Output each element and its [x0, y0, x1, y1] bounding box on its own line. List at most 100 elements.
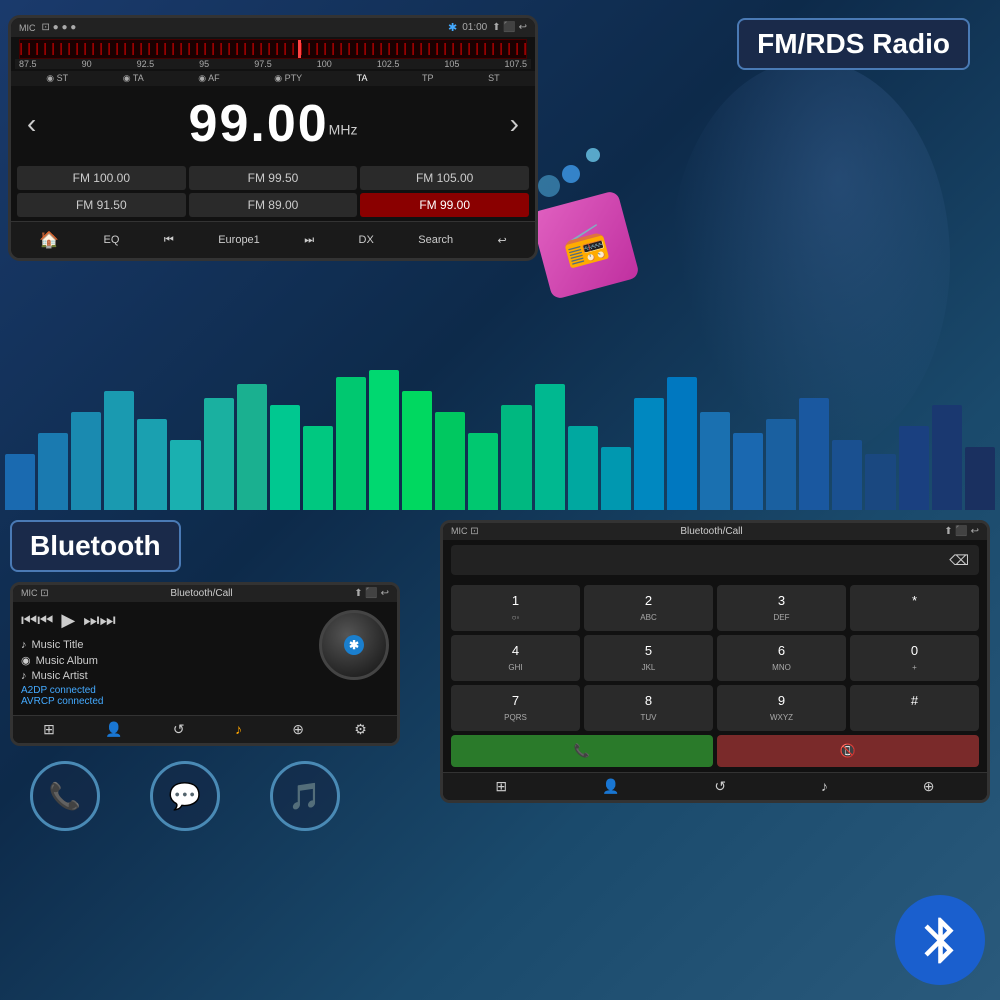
key-3[interactable]: 3DEF [717, 585, 846, 631]
bt-nav-music[interactable]: ♪ [235, 721, 242, 738]
eq-btn[interactable]: EQ [99, 231, 125, 249]
message-feature-icon[interactable]: 💬 [150, 761, 220, 831]
current-frequency: 99.00 [189, 95, 329, 153]
freq-indicator [298, 40, 301, 58]
call-btn[interactable]: 📞 [451, 735, 713, 767]
fm-rds-label: FM/RDS Radio [757, 28, 950, 59]
bt-transport-controls: ⏮⏮ ▶ ⏭⏭ [21, 610, 309, 631]
frequency-scale: 87.5 90 92.5 95 97.5 100 102.5 105 107.5 [15, 59, 531, 69]
mode-st[interactable]: ◉ ST [46, 73, 68, 84]
search-btn[interactable]: Search [413, 231, 458, 249]
key-hash[interactable]: # [850, 685, 979, 731]
music-note-icon: ♪ [21, 639, 27, 651]
kp-nav-refresh[interactable]: ↺ [714, 778, 726, 795]
freq-prev-btn[interactable]: ‹ [27, 108, 36, 140]
bubble-1 [562, 165, 580, 183]
feature-icons-row: 📞 💬 🎵 [10, 761, 420, 831]
prev-btn[interactable]: ⏮ [159, 231, 179, 250]
preset-6[interactable]: FM 99.00 [360, 193, 529, 217]
bt-prev-btn[interactable]: ⏮⏮ [21, 610, 53, 631]
frequency-display: ‹ 99.00MHz › [11, 86, 535, 162]
back-btn[interactable]: ↩ [493, 231, 512, 250]
mode-pty[interactable]: ◉ PTY [274, 73, 302, 84]
key-1[interactable]: 1○◦ [451, 585, 580, 631]
music-feature-icon[interactable]: 🎵 [270, 761, 340, 831]
kp-title: Bluetooth/Call [680, 526, 742, 537]
key-8[interactable]: 8TUV [584, 685, 713, 731]
bt-nav-connect[interactable]: ⊕ [292, 721, 304, 738]
kp-mic-label: MIC [451, 526, 468, 536]
preset-2[interactable]: FM 99.50 [189, 166, 358, 190]
nav-icons: ⬆ ⬛ ↩ [492, 22, 527, 33]
preset-5[interactable]: FM 89.00 [189, 193, 358, 217]
bt-nav-contacts[interactable]: 👤 [105, 721, 122, 738]
radio-mode-bar: ◉ ST ◉ TA ◉ AF ◉ PTY TA TP ST [11, 71, 535, 86]
bt-a2dp-status: A2DP connected [21, 685, 309, 696]
freq-next-btn[interactable]: › [510, 108, 519, 140]
freq-bar-container: 87.5 90 92.5 95 97.5 100 102.5 105 107.5 [15, 39, 531, 69]
preset-4[interactable]: FM 91.50 [17, 193, 186, 217]
kp-nav-music[interactable]: ♪ [821, 778, 828, 795]
home-btn[interactable]: 🏠 [34, 227, 64, 253]
mode-ta[interactable]: ◉ TA [123, 73, 144, 84]
kp-status-bar: MIC ⊡ Bluetooth/Call ⬆ ⬛ ↩ [443, 523, 987, 540]
radio-status-right: ✱ 01:00 ⬆ ⬛ ↩ [448, 21, 527, 34]
preset-3[interactable]: FM 105.00 [360, 166, 529, 190]
freq-unit: MHz [329, 122, 358, 138]
bt-content-area: ⏮⏮ ▶ ⏭⏭ ♪ Music Title ◉ Music Album [13, 602, 397, 715]
time-display: 01:00 [462, 22, 487, 33]
bt-next-btn[interactable]: ⏭⏭ [83, 610, 115, 631]
bt-status-icons: ⊡ [40, 588, 48, 599]
bt-nav-bar: ⊞ 👤 ↺ ♪ ⊕ ⚙ [13, 715, 397, 743]
next-btn[interactable]: ⏭ [299, 231, 319, 250]
key-5[interactable]: 5JKL [584, 635, 713, 681]
mode-af[interactable]: ◉ AF [198, 73, 219, 84]
bt-title: Bluetooth/Call [170, 588, 232, 599]
bluetooth-large-icon [895, 895, 985, 985]
key-star[interactable]: * [850, 585, 979, 631]
kp-nav-link[interactable]: ⊕ [923, 778, 935, 795]
kp-nav-bar: ⊞ 👤 ↺ ♪ ⊕ [443, 772, 987, 800]
preset-1[interactable]: FM 100.00 [17, 166, 186, 190]
bt-music-title: Music Title [32, 639, 84, 651]
bt-avrcp-status: AVRCP connected [21, 696, 309, 707]
freq-number-container: 99.00MHz [189, 94, 358, 154]
bluetooth-section: Bluetooth MIC ⊡ Bluetooth/Call ⬆ ⬛ ↩ [0, 510, 430, 1000]
bt-play-btn[interactable]: ▶ [61, 610, 75, 631]
mode-ta2: TA [357, 73, 368, 84]
fm-radio-device: MIC ⊡ ● ● ● ✱ 01:00 ⬆ ⬛ ↩ 87.5 90 92.5 9… [8, 15, 538, 261]
fm-rds-badge: FM/RDS Radio [737, 18, 970, 70]
end-call-btn[interactable]: 📵 [717, 735, 979, 767]
bt-music-title-line: ♪ Music Title [21, 639, 309, 651]
bluetooth-label: Bluetooth [30, 530, 161, 561]
phone-display: ⌫ [451, 545, 979, 575]
radio-status-bar: MIC ⊡ ● ● ● ✱ 01:00 ⬆ ⬛ ↩ [11, 18, 535, 37]
freq-bar-fill [20, 43, 526, 55]
bt-nav-grid[interactable]: ⊞ [43, 721, 55, 738]
kp-nav-grid[interactable]: ⊞ [495, 778, 507, 795]
preset-grid: FM 100.00 FM 99.50 FM 105.00 FM 91.50 FM… [11, 162, 535, 221]
bt-disc-visual: ✱ [319, 610, 389, 680]
backspace-btn[interactable]: ⌫ [949, 552, 969, 569]
mode-tp: TP [422, 73, 434, 84]
frequency-bar [19, 39, 527, 59]
key-6[interactable]: 6MNO [717, 635, 846, 681]
bt-music-artist: Music Artist [32, 670, 88, 682]
key-7[interactable]: 7PQRS [451, 685, 580, 731]
bt-status-icon: ✱ [448, 21, 457, 34]
bt-controls: ⏮⏮ ▶ ⏭⏭ ♪ Music Title ◉ Music Album [21, 610, 309, 707]
phone-feature-icon[interactable]: 📞 [30, 761, 100, 831]
key-4[interactable]: 4GHI [451, 635, 580, 681]
phone-keypad-grid: 1○◦ 2ABC 3DEF * 4GHI 5JKL 6MNO 0+ 7PQRS … [443, 580, 987, 772]
bt-nav-settings[interactable]: ⚙ [354, 721, 367, 738]
mode-st2: ST [488, 73, 500, 84]
key-2[interactable]: 2ABC [584, 585, 713, 631]
key-0[interactable]: 0+ [850, 635, 979, 681]
bt-nav-refresh[interactable]: ↺ [173, 721, 185, 738]
key-9[interactable]: 9WXYZ [717, 685, 846, 731]
radio-status-left: MIC ⊡ ● ● ● [19, 22, 76, 33]
dx-btn[interactable]: DX [354, 231, 379, 249]
equalizer-bars [0, 370, 1000, 510]
bt-music-album: Music Album [36, 655, 98, 667]
kp-nav-contacts[interactable]: 👤 [602, 778, 619, 795]
